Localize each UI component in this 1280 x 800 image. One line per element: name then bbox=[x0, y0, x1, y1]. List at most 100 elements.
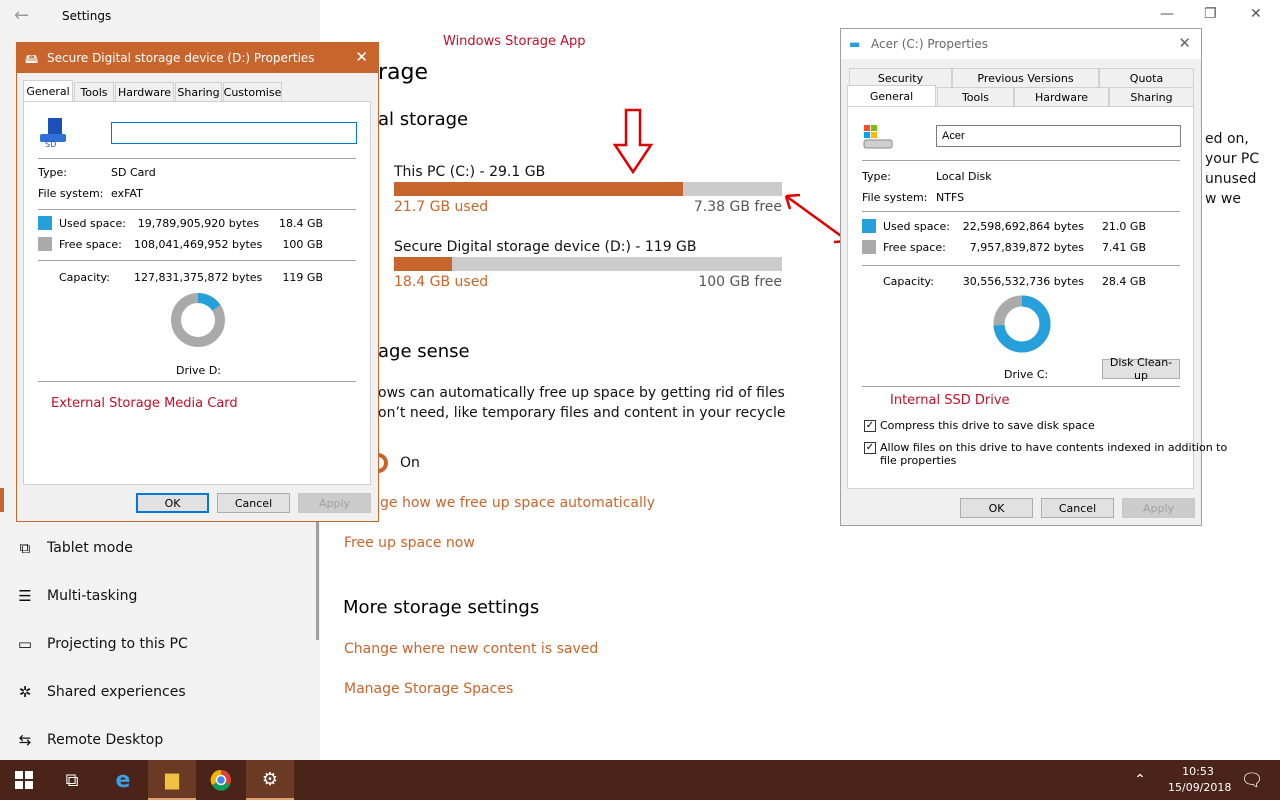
index-checkbox[interactable]: ✓ bbox=[864, 442, 876, 454]
tab-customise[interactable]: Customise bbox=[223, 82, 282, 102]
chrome-button[interactable] bbox=[197, 760, 245, 800]
tab-sharing[interactable]: Sharing bbox=[175, 82, 222, 102]
disk-cleanup-button[interactable]: Disk Clean-up bbox=[1102, 356, 1180, 382]
tab-tools[interactable]: Tools bbox=[74, 82, 114, 102]
sd-card-properties-dialog: 🖴 Secure Digital storage device (D:) Pro… bbox=[16, 42, 379, 522]
drive-icon: ▬ bbox=[849, 37, 861, 51]
windows-logo-icon bbox=[15, 771, 33, 789]
task-view-icon: ⧉ bbox=[65, 769, 79, 791]
chrome-icon bbox=[210, 769, 231, 791]
settings-taskbar-button[interactable]: ⚙ bbox=[246, 760, 294, 800]
show-hidden-icons-button[interactable]: ⌃ bbox=[1116, 760, 1164, 800]
apply-button[interactable]: Apply bbox=[298, 493, 371, 513]
cancel-button[interactable]: Cancel bbox=[217, 493, 290, 513]
clock-date: 15/09/2018 bbox=[1168, 781, 1232, 794]
divider bbox=[38, 260, 356, 261]
tab-tools[interactable]: Tools bbox=[937, 87, 1014, 107]
double-arrow-annotation bbox=[785, 194, 849, 243]
tab-general[interactable]: General bbox=[23, 80, 73, 102]
tab-sharing[interactable]: Sharing bbox=[1109, 87, 1194, 107]
local-disk-icon bbox=[862, 123, 894, 151]
capacity-label: Capacity: bbox=[59, 271, 110, 284]
tab-general[interactable]: General bbox=[847, 85, 936, 107]
index-label-line1: Allow files on this drive to have conten… bbox=[880, 441, 1228, 454]
ok-button[interactable]: OK bbox=[960, 498, 1033, 518]
dialog-title: Secure Digital storage device (D:) Prope… bbox=[47, 51, 315, 65]
dialog-titlebar: ▬ Acer (C:) Properties ✕ bbox=[841, 29, 1201, 59]
cancel-button[interactable]: Cancel bbox=[1041, 498, 1114, 518]
used-space-label: Used space: bbox=[59, 217, 127, 230]
tab-quota[interactable]: Quota bbox=[1099, 68, 1194, 88]
type-label: Type: bbox=[862, 170, 891, 183]
down-arrow-annotation bbox=[612, 108, 654, 175]
usage-donut bbox=[993, 295, 1051, 353]
type-value: Local Disk bbox=[936, 170, 992, 183]
general-tab-panel: SD Type: SD Card File system: exFAT Used… bbox=[23, 101, 371, 485]
used-space-swatch bbox=[862, 219, 876, 233]
sd-card-icon: SD bbox=[38, 116, 74, 149]
free-space-bytes: 108,041,469,952 bytes bbox=[134, 238, 263, 251]
free-space-swatch bbox=[38, 237, 52, 251]
file-system-value: exFAT bbox=[111, 187, 143, 200]
divider bbox=[862, 265, 1180, 266]
ok-button[interactable]: OK bbox=[136, 493, 209, 513]
gear-icon: ⚙ bbox=[261, 768, 279, 790]
index-label-line2: file properties bbox=[880, 454, 957, 467]
divider bbox=[862, 211, 1180, 212]
dialog-title: Acer (C:) Properties bbox=[871, 37, 988, 51]
used-space-bytes: 19,789,905,920 bytes bbox=[137, 217, 259, 230]
drive-icon: 🖴 bbox=[25, 52, 39, 67]
close-icon[interactable]: ✕ bbox=[1178, 34, 1191, 52]
file-explorer-button[interactable]: ▆ bbox=[148, 760, 196, 800]
free-space-gb: 7.41 GB bbox=[1101, 241, 1146, 254]
used-space-gb: 21.0 GB bbox=[1101, 220, 1146, 233]
annotation-internal-ssd: Internal SSD Drive bbox=[890, 393, 1010, 408]
divider bbox=[862, 160, 1180, 161]
file-system-label: File system: bbox=[862, 191, 928, 204]
task-view-button[interactable]: ⧉ bbox=[48, 760, 96, 800]
free-space-gb: 100 GB bbox=[282, 238, 323, 251]
drive-letter-label: Drive D: bbox=[176, 364, 221, 377]
used-space-bytes: 22,598,692,864 bytes bbox=[962, 220, 1084, 233]
free-space-label: Free space: bbox=[883, 241, 946, 254]
compress-label: Compress this drive to save disk space bbox=[880, 419, 1095, 432]
folder-icon: ▆ bbox=[165, 768, 179, 790]
used-space-label: Used space: bbox=[883, 220, 951, 233]
capacity-bytes: 30,556,532,736 bytes bbox=[962, 275, 1084, 288]
drive-label-input[interactable] bbox=[111, 122, 357, 144]
capacity-gb: 28.4 GB bbox=[1101, 275, 1146, 288]
usage-donut bbox=[171, 293, 225, 347]
desktop: ⧉ Tablet mode ☰ Multi-tasking ▭ Projecti… bbox=[0, 0, 1280, 800]
free-space-swatch bbox=[862, 240, 876, 254]
taskbar-clock[interactable]: 10:53 15/09/2018 bbox=[1168, 764, 1232, 796]
tab-hardware[interactable]: Hardware bbox=[115, 82, 174, 102]
type-value: SD Card bbox=[111, 166, 156, 179]
divider bbox=[38, 209, 356, 210]
tab-previous-versions[interactable]: Previous Versions bbox=[952, 68, 1099, 88]
action-center-button[interactable]: 🗨 bbox=[1228, 760, 1276, 800]
divider bbox=[862, 386, 1180, 387]
start-button[interactable] bbox=[0, 760, 48, 800]
free-space-label: Free space: bbox=[59, 238, 122, 251]
drive-label-input[interactable] bbox=[936, 125, 1181, 147]
close-icon[interactable]: ✕ bbox=[355, 48, 368, 66]
general-tab-panel: Type: Local Disk File system: NTFS Used … bbox=[847, 106, 1227, 489]
notification-icon: 🗨 bbox=[1240, 769, 1264, 791]
compress-checkbox[interactable]: ✓ bbox=[864, 420, 876, 432]
type-label: Type: bbox=[38, 166, 67, 179]
free-space-bytes: 7,957,839,872 bytes bbox=[969, 241, 1084, 254]
capacity-bytes: 127,831,375,872 bytes bbox=[134, 271, 263, 284]
divider bbox=[38, 381, 356, 382]
apply-button[interactable]: Apply bbox=[1122, 498, 1195, 518]
edge-icon: e bbox=[115, 767, 131, 793]
edge-button[interactable]: e bbox=[99, 760, 147, 800]
svg-text:SD: SD bbox=[45, 140, 56, 148]
chevron-up-icon: ⌃ bbox=[1134, 772, 1146, 788]
used-space-swatch bbox=[38, 216, 52, 230]
drive-letter-label: Drive C: bbox=[1004, 368, 1049, 381]
dialog-titlebar: 🖴 Secure Digital storage device (D:) Pro… bbox=[17, 43, 378, 73]
capacity-gb: 119 GB bbox=[282, 271, 323, 284]
clock-time: 10:53 bbox=[1182, 765, 1214, 778]
file-system-value: NTFS bbox=[936, 191, 965, 204]
tab-hardware[interactable]: Hardware bbox=[1014, 87, 1109, 107]
